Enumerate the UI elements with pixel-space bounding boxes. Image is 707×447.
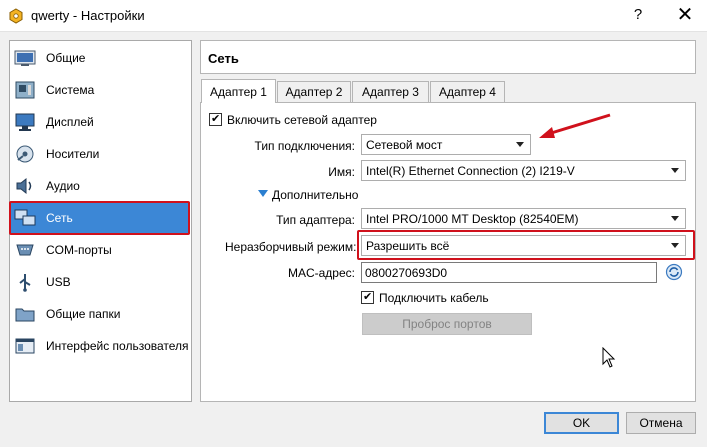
sidebar-item-label: USB xyxy=(46,275,71,289)
help-button[interactable]: ? xyxy=(631,6,645,23)
name-label: Имя: xyxy=(328,165,355,179)
cancel-button[interactable]: Отмена xyxy=(626,412,696,434)
serial-port-icon xyxy=(16,244,34,256)
speaker-icon xyxy=(16,177,32,195)
advanced-toggle-label[interactable]: Дополнительно xyxy=(272,188,358,202)
network-highlight-annotation xyxy=(9,201,190,235)
advanced-expander-icon[interactable] xyxy=(258,190,268,197)
sidebar-item-usb[interactable]: USB xyxy=(11,266,190,298)
user-interface-icon xyxy=(15,338,35,354)
sidebar-item-label: Общие xyxy=(46,51,86,65)
sidebar-item-com-ports[interactable]: COM-порты xyxy=(11,234,190,266)
shared-folder-icon xyxy=(15,308,35,322)
adapter-type-label: Тип адаптера: xyxy=(276,213,355,227)
sidebar-item-label: Носители xyxy=(46,147,100,161)
adapter-type-value: Intel PRO/1000 MT Desktop (82540EM) xyxy=(366,212,579,226)
sidebar-item-label: Дисплей xyxy=(46,115,94,129)
sidebar-item-label: Аудио xyxy=(46,179,80,193)
tab-adapter-3[interactable]: Адаптер 3 xyxy=(352,81,429,102)
sidebar-item-shared-folders[interactable]: Общие папки xyxy=(11,298,190,330)
cable-connected-label: Подключить кабель xyxy=(379,291,489,305)
sidebar-item-label: Общие папки xyxy=(46,307,121,321)
refresh-mac-icon[interactable] xyxy=(665,263,683,281)
checkmark-icon: ✔ xyxy=(363,291,373,303)
disc-storage-icon xyxy=(16,145,34,163)
tab-adapter-2[interactable]: Адаптер 2 xyxy=(277,81,351,102)
mac-address-label: MAC-адрес: xyxy=(287,266,355,280)
sidebar-item-label: Система xyxy=(46,83,95,97)
promiscuous-mode-label: Неразборчивый режим: xyxy=(225,240,357,254)
tab-adapter-4[interactable]: Адаптер 4 xyxy=(430,81,505,102)
usb-icon xyxy=(19,274,31,292)
chevron-down-icon xyxy=(671,216,679,221)
ok-button[interactable]: OK xyxy=(544,412,619,434)
monitor-icon xyxy=(15,113,35,131)
sidebar-item-audio[interactable]: Аудио xyxy=(11,170,190,202)
window-title: qwerty - Настройки xyxy=(31,8,145,23)
enable-adapter-label: Включить сетевой адаптер xyxy=(227,113,377,127)
general-settings-icon xyxy=(14,50,36,66)
attached-to-value: Сетевой мост xyxy=(366,138,443,152)
sidebar-item-label: Интерфейс пользователя xyxy=(46,339,189,353)
sidebar-item-display[interactable]: Дисплей xyxy=(11,106,190,138)
title-bar: qwerty - Настройки ? ✕ xyxy=(0,0,707,32)
sidebar-item-general[interactable]: Общие xyxy=(11,42,190,74)
mac-address-value: 0800270693D0 xyxy=(365,266,448,280)
sidebar-item-storage[interactable]: Носители xyxy=(11,138,190,170)
mac-address-input[interactable]: 0800270693D0 xyxy=(361,262,657,283)
tab-adapter-1[interactable]: Адаптер 1 xyxy=(201,79,276,103)
cable-connected-checkbox[interactable]: ✔ xyxy=(361,291,374,304)
page-title: Сеть xyxy=(208,51,239,66)
chevron-down-icon xyxy=(516,142,524,147)
close-window-button[interactable]: ✕ xyxy=(675,2,695,27)
promiscuous-highlight-annotation xyxy=(357,230,695,260)
attached-to-label: Тип подключения: xyxy=(254,139,355,153)
motherboard-icon xyxy=(15,81,35,99)
sidebar-item-user-interface[interactable]: Интерфейс пользователя xyxy=(11,330,190,362)
adapter-name-select[interactable]: Intel(R) Ethernet Connection (2) I219-V xyxy=(361,160,686,181)
checkmark-icon: ✔ xyxy=(211,113,221,125)
sidebar-item-label: COM-порты xyxy=(46,243,112,257)
enable-adapter-checkbox[interactable]: ✔ xyxy=(209,113,222,126)
mouse-cursor-icon xyxy=(602,347,616,368)
adapter-name-value: Intel(R) Ethernet Connection (2) I219-V xyxy=(366,164,575,178)
port-forwarding-button[interactable]: Проброс портов xyxy=(362,313,532,335)
virtualbox-app-icon xyxy=(9,8,23,24)
red-arrow-annotation xyxy=(539,113,611,138)
page-header: Сеть xyxy=(200,40,696,74)
chevron-down-icon xyxy=(671,168,679,173)
adapter-type-select[interactable]: Intel PRO/1000 MT Desktop (82540EM) xyxy=(361,208,686,229)
attached-to-select[interactable]: Сетевой мост xyxy=(361,134,531,155)
sidebar-item-system[interactable]: Система xyxy=(11,74,190,106)
